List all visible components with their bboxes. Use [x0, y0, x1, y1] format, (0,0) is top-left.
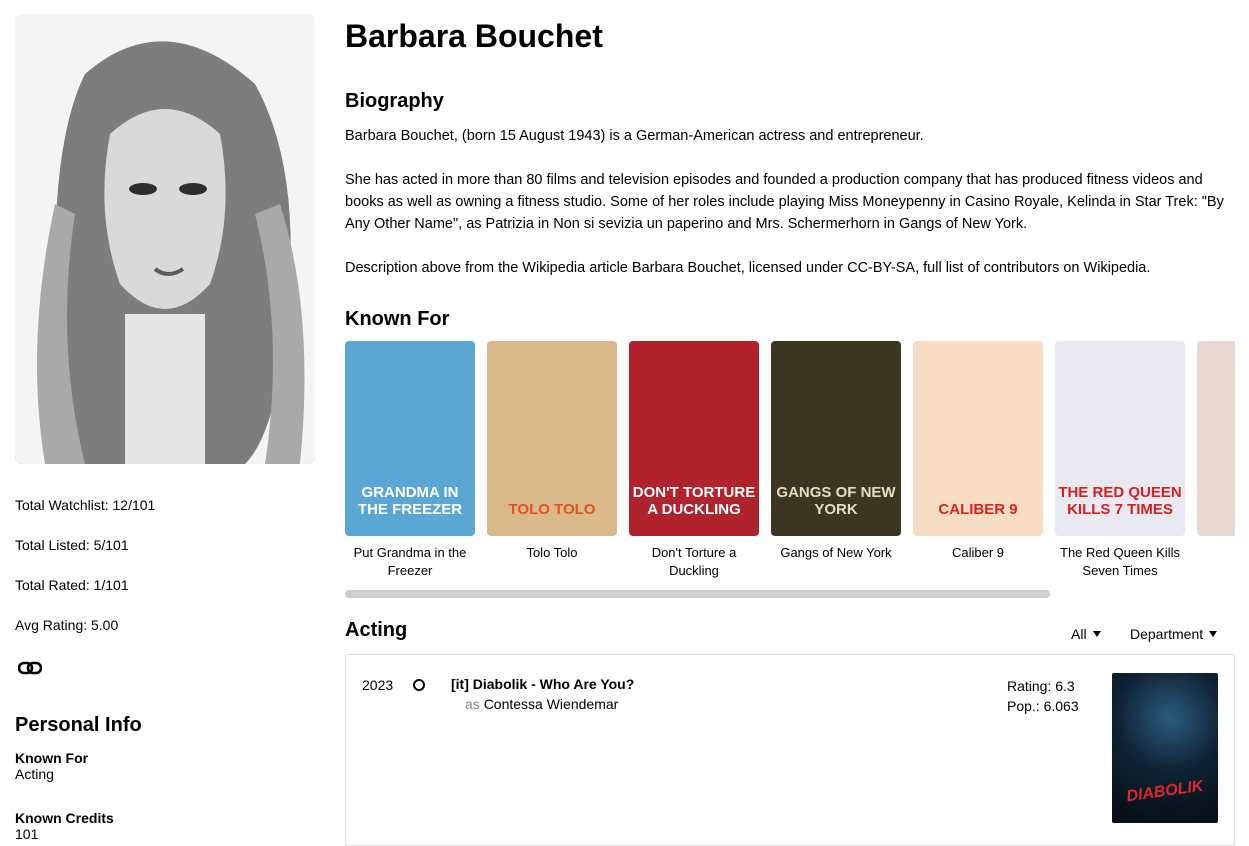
known-credits-value: 101	[15, 826, 39, 842]
known-for-poster-text: DON'T TORTURE A DUCKLING	[632, 484, 756, 518]
filter-all-label: All	[1071, 626, 1087, 642]
known-for-poster-text: GRANDMA IN THE FREEZER	[357, 484, 463, 518]
credit-year: 2023	[362, 677, 394, 693]
credit-role-as: as	[465, 696, 480, 712]
credit-row[interactable]: 2023 [it] Diabolik - Who Are You? as Con…	[345, 654, 1235, 846]
credit-popularity: Pop.: 6.063	[1007, 698, 1079, 714]
known-for-poster[interactable]: GRANDMA IN THE FREEZER	[345, 341, 475, 536]
known-for-info: Known For Acting	[15, 750, 88, 782]
known-for-card[interactable]: CALIBER 9 Caliber 9	[913, 341, 1043, 562]
credit-rating: Rating: 6.3	[1007, 678, 1075, 694]
caret-down-icon	[1092, 631, 1101, 637]
profile-column	[15, 14, 315, 464]
credit-title-link[interactable]: [it] Diabolik - Who Are You?	[451, 676, 634, 692]
person-name: Barbara Bouchet	[345, 18, 603, 54]
known-for-poster[interactable]: THE RED QUEEN KILLS 7 TIMES	[1055, 341, 1185, 536]
caret-down-icon	[1209, 631, 1218, 637]
credit-poster-text: DIABOLIK	[1125, 777, 1205, 806]
avg-rating: Avg Rating: 5.00	[15, 617, 119, 633]
known-for-poster-text: THE RED QUEEN KILLS 7 TIMES	[1058, 484, 1182, 518]
biography-title: Biography	[345, 90, 444, 112]
known-for-poster-text: LOVE	[1197, 501, 1235, 518]
known-for-card-title[interactable]: Spaghetti	[1197, 544, 1236, 562]
known-for-card[interactable]: GANGS OF NEW YORK Gangs of New York	[771, 341, 901, 562]
known-for-card[interactable]: GRANDMA IN THE FREEZER Put Grandma in the…	[345, 341, 475, 580]
credit-character: Contessa Wiendemar	[483, 696, 619, 712]
known-for-poster-text: GANGS OF NEW YORK	[776, 484, 896, 518]
known-for-poster-text: CALIBER 9	[938, 501, 1018, 518]
known-for-card[interactable]: LOVE Spaghetti	[1197, 341, 1235, 562]
total-listed: Total Listed: 5/101	[15, 537, 129, 553]
known-for-card[interactable]: THE RED QUEEN KILLS 7 TIMES The Red Queen…	[1055, 341, 1185, 580]
known-for-card-title[interactable]: Gangs of New York	[771, 544, 901, 562]
known-for-poster[interactable]: LOVE	[1197, 341, 1235, 536]
department-label: Department	[1130, 626, 1204, 642]
acting-title: Acting	[345, 619, 408, 641]
credit-poster[interactable]: DIABOLIK	[1112, 673, 1218, 823]
known-for-poster[interactable]: TOLO TOLO	[487, 341, 617, 536]
known-for-poster[interactable]: DON'T TORTURE A DUCKLING	[629, 341, 759, 536]
known-for-card-title[interactable]: The Red Queen Kills Seven Times	[1055, 544, 1185, 580]
credit-role: as Contessa Wiendemar	[465, 696, 618, 712]
department-dropdown[interactable]: Department	[1130, 626, 1218, 642]
known-for-title: Known For	[345, 308, 450, 330]
known-credits-label: Known Credits	[15, 810, 114, 826]
known-for-value: Acting	[15, 766, 54, 782]
biography-paragraph: Description above from the Wikipedia art…	[345, 260, 1151, 276]
biography-paragraph: Barbara Bouchet, (born 15 August 1943) i…	[345, 128, 924, 144]
known-for-poster[interactable]: GANGS OF NEW YORK	[771, 341, 901, 536]
known-for-poster-text: TOLO TOLO	[508, 501, 596, 518]
known-for-card[interactable]: TOLO TOLO Tolo Tolo	[487, 341, 617, 562]
known-for-card-title[interactable]: Tolo Tolo	[487, 544, 617, 562]
known-for-card-title[interactable]: Don't Torture a Duckling	[629, 544, 759, 580]
known-for-card[interactable]: DON'T TORTURE A DUCKLING Don't Torture a …	[629, 341, 759, 580]
known-for-poster[interactable]: CALIBER 9	[913, 341, 1043, 536]
biography-paragraph: She has acted in more than 80 films and …	[345, 172, 1224, 232]
total-watchlist: Total Watchlist: 12/101	[15, 497, 156, 513]
user-stats: Total Watchlist: 12/101 Total Listed: 5/…	[15, 495, 155, 655]
total-rated: Total Rated: 1/101	[15, 577, 129, 593]
known-for-card-title[interactable]: Put Grandma in the Freezer	[345, 544, 475, 580]
profile-photo	[15, 14, 315, 464]
known-for-carousel[interactable]: GRANDMA IN THE FREEZER Put Grandma in the…	[345, 341, 1235, 591]
personal-info-title: Personal Info	[15, 714, 142, 736]
known-credits-info: Known Credits 101	[15, 810, 114, 842]
link-icon[interactable]	[17, 658, 43, 683]
known-for-label: Known For	[15, 750, 89, 766]
credit-bullet-icon	[413, 679, 425, 691]
carousel-scrollbar[interactable]	[345, 590, 1050, 598]
known-for-card-title[interactable]: Caliber 9	[913, 544, 1043, 562]
filter-all-dropdown[interactable]: All	[1071, 626, 1101, 642]
credit-rating-block: Rating: 6.3 Pop.: 6.063	[1007, 676, 1079, 716]
biography-text: Barbara Bouchet, (born 15 August 1943) i…	[345, 125, 1235, 301]
